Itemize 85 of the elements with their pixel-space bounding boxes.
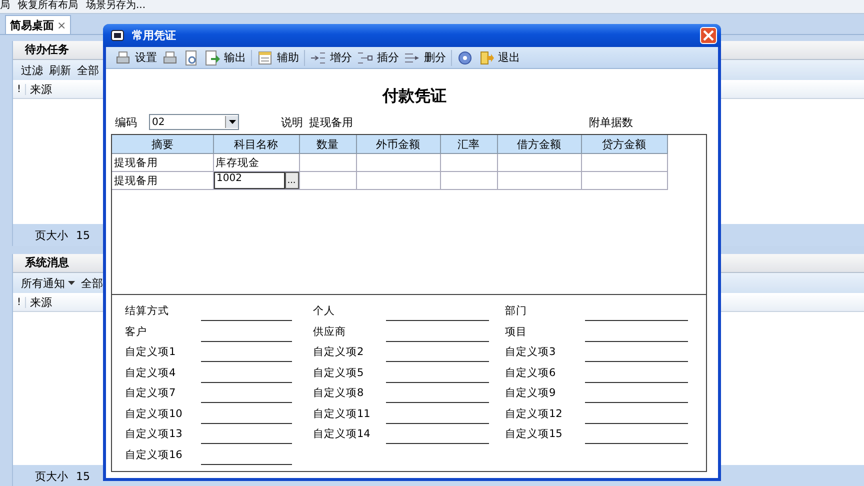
- exit-icon: [478, 50, 494, 66]
- split-icon: [310, 50, 326, 66]
- tab[interactable]: 简易桌面 ×: [5, 15, 72, 34]
- notepad-icon: [257, 50, 273, 66]
- field-label: 自定义项1: [125, 345, 176, 359]
- note-value: 提现备用: [309, 114, 353, 130]
- field-label: 自定义项3: [505, 345, 556, 359]
- field-label: 客户: [125, 324, 147, 338]
- printer-icon: [115, 50, 131, 66]
- filter-dropdown[interactable]: 所有通知: [21, 276, 75, 290]
- voucher-heading: 付款凭证: [381, 86, 448, 107]
- field-label: 自定义项7: [125, 386, 176, 400]
- toolbar-button[interactable]: 刷新: [49, 62, 71, 78]
- field-label: 结算方式: [125, 304, 169, 318]
- field-label: 个人: [313, 304, 335, 318]
- table-cell: 提现备用: [112, 154, 213, 172]
- page-size-value: 15: [76, 228, 90, 242]
- toolbar-button[interactable]: 退出: [478, 50, 520, 66]
- toolbar-button[interactable]: 插分: [357, 50, 399, 66]
- page-size-label: 页大小: [35, 228, 68, 242]
- close-icon: [703, 30, 714, 41]
- toolbar-button[interactable]: [162, 50, 178, 66]
- column-header: 外币金额: [356, 135, 440, 154]
- field-label: 自定义项11: [313, 406, 370, 420]
- field-label: 自定义项4: [125, 366, 176, 380]
- toolbar-button[interactable]: 辅助: [257, 50, 299, 66]
- column-header[interactable]: 来源: [26, 82, 52, 96]
- field-label: 自定义项10: [125, 406, 182, 420]
- field-label: 项目: [505, 324, 527, 338]
- toolbar-button[interactable]: 删分: [404, 50, 446, 66]
- toolbar-button[interactable]: 全部: [77, 62, 99, 78]
- column-header[interactable]: 来源: [26, 294, 52, 310]
- column-header: 贷方金额: [581, 135, 667, 154]
- column-header: 汇率: [440, 135, 497, 154]
- toolbar-button[interactable]: 增分: [310, 50, 352, 66]
- field-label: 自定义项8: [313, 386, 364, 400]
- printer-icon: [162, 50, 178, 66]
- column-header: 摘要: [112, 135, 213, 154]
- note-label: 说明: [281, 114, 303, 130]
- toolbar-button[interactable]: 过滤: [21, 62, 43, 78]
- field-label: 自定义项9: [505, 386, 556, 400]
- page-size-label: 页大小: [35, 468, 68, 484]
- column-header[interactable]: !: [13, 84, 26, 94]
- field-label: 自定义项2: [313, 345, 364, 359]
- toolbar-button[interactable]: 全部: [81, 276, 103, 290]
- page-icon: [183, 50, 199, 66]
- field-label: 自定义项12: [505, 406, 562, 420]
- export-icon: [204, 50, 220, 66]
- field-label: 自定义项14: [313, 427, 370, 441]
- toolbar-button[interactable]: 设置: [115, 50, 157, 66]
- window-title: 常用凭证: [132, 28, 177, 43]
- code-dropdown[interactable]: 02: [149, 114, 239, 130]
- column-header: 数量: [299, 135, 356, 154]
- input-field[interactable]: 1002: [214, 172, 284, 189]
- help-icon: [457, 50, 473, 66]
- panel-title: 系统消息: [25, 256, 69, 269]
- code-label: 编码: [115, 114, 137, 130]
- window-icon: [111, 30, 124, 41]
- picker-button[interactable]: ...: [284, 172, 298, 189]
- field-label: 自定义项16: [125, 448, 182, 462]
- field-label: 自定义项5: [313, 366, 364, 380]
- close-button[interactable]: [700, 27, 717, 44]
- toolbar-button[interactable]: [183, 50, 199, 66]
- field-label: 自定义项13: [125, 427, 182, 441]
- panel-title: 待办任务: [25, 43, 69, 56]
- close-icon[interactable]: ×: [57, 18, 66, 32]
- menu-item[interactable]: 恢复所有布局: [18, 0, 78, 13]
- caret-icon: [68, 281, 75, 285]
- column-header: 科目名称: [213, 135, 299, 154]
- attachments-label: 附单据数: [589, 114, 633, 130]
- split-icon: [357, 50, 373, 66]
- toolbar-button[interactable]: [457, 50, 473, 66]
- menu-item[interactable]: 场景另存为...: [86, 0, 146, 13]
- caret-icon: [228, 120, 236, 124]
- table-cell: 提现备用: [112, 172, 213, 190]
- toolbar-button[interactable]: 输出: [204, 50, 246, 66]
- menu-item[interactable]: 局: [0, 0, 10, 13]
- column-header[interactable]: !: [13, 296, 26, 308]
- field-label: 自定义项6: [505, 366, 556, 380]
- tab-label: 简易桌面: [10, 18, 54, 32]
- page-size-value: 15: [76, 470, 90, 482]
- field-label: 部门: [505, 304, 527, 318]
- field-label: 供应商: [313, 324, 346, 338]
- field-label: 自定义项15: [505, 427, 562, 441]
- column-header: 借方金额: [497, 135, 581, 154]
